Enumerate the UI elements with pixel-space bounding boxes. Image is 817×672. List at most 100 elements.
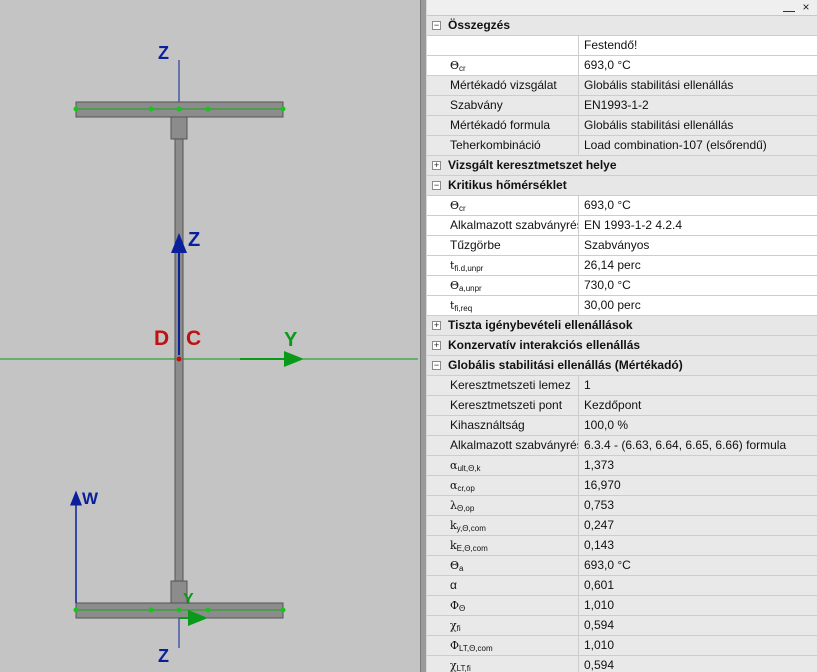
property-row[interactable]: Kihasználtság 100,0 %: [427, 416, 817, 436]
property-row[interactable]: ΦΘ 1,010: [427, 596, 817, 616]
collapse-icon[interactable]: −: [432, 21, 441, 30]
property-name: χLT,fi: [445, 656, 579, 672]
property-name: Szabvány: [445, 96, 579, 115]
property-value: 693,0 °C: [584, 558, 631, 572]
group-title: Vizsgált keresztmetszet helye: [448, 158, 617, 172]
centroid-dot: [176, 356, 182, 362]
property-value: 6.3.4 - (6.63, 6.64, 6.65, 6.66) formula: [584, 438, 787, 452]
z-top-label: Z: [158, 43, 169, 63]
property-name: tfi,req: [445, 296, 579, 315]
property-row[interactable]: Alkalmazott szabványrész 6.3.4 - (6.63, 6…: [427, 436, 817, 456]
node-dot: [148, 106, 154, 112]
property-name: αult,Θ,k: [445, 456, 579, 475]
property-value: 100,0 %: [584, 418, 629, 432]
property-value: EN 1993-1-2 4.2.4: [579, 216, 817, 235]
property-row[interactable]: Θa 693,0 °C: [427, 556, 817, 576]
collapse-icon[interactable]: −: [432, 361, 441, 370]
property-name: ΦΘ: [445, 596, 579, 615]
property-name: tfi.d,unpr: [445, 256, 579, 275]
property-row[interactable]: Mértékadó formula Globális stabilitási el…: [427, 116, 817, 136]
property-row[interactable]: χLT,fi 0,594: [427, 656, 817, 672]
group-title: Tiszta igénybevételi ellenállások: [448, 318, 633, 332]
properties-panel: × − Összegzés Festendő! Θcr 693,0 °C Mértékad…: [427, 0, 817, 672]
property-row[interactable]: ΦLT,Θ,com 1,010: [427, 636, 817, 656]
expand-icon[interactable]: +: [432, 161, 441, 170]
group-title: Globális stabilitási ellenállás (Mértéka…: [448, 358, 683, 372]
property-name: χfi: [445, 616, 579, 635]
collapse-icon[interactable]: −: [432, 181, 441, 190]
property-value: 0,594: [584, 618, 615, 632]
property-row[interactable]: αult,Θ,k 1,373: [427, 456, 817, 476]
panel-splitter[interactable]: [420, 0, 427, 672]
y-main-label: Y: [284, 329, 298, 351]
z-local-label: Z: [188, 229, 200, 251]
property-row[interactable]: ky,Θ,com 0,247: [427, 516, 817, 536]
property-row[interactable]: αcr,op 16,970: [427, 476, 817, 496]
property-name: αcr,op: [445, 476, 579, 495]
property-value: Festendő!: [579, 36, 817, 55]
group-header[interactable]: − Összegzés: [427, 16, 817, 36]
pin-icon[interactable]: [783, 4, 795, 12]
property-row[interactable]: α 0,601: [427, 576, 817, 596]
property-name: kE,Θ,com: [445, 536, 579, 555]
property-value: 730,0 °C: [579, 276, 817, 295]
property-name: ΦLT,Θ,com: [445, 636, 579, 655]
node-dot: [205, 106, 211, 112]
c-label: C: [186, 327, 201, 350]
y-local-label: Y: [183, 591, 194, 608]
property-row[interactable]: Keresztmetszeti lemez 1: [427, 376, 817, 396]
property-value: 16,970: [584, 478, 621, 492]
property-name: [445, 36, 579, 55]
section-drawing-canvas[interactable]: Z Z Z Y Y W D C: [0, 0, 420, 672]
property-row[interactable]: kE,Θ,com 0,143: [427, 536, 817, 556]
property-row[interactable]: Keresztmetszeti pont Kezdőpont: [427, 396, 817, 416]
property-name: Alkalmazott szabványrész: [445, 216, 579, 235]
property-row[interactable]: Alkalmazott szabványrész EN 1993-1-2 4.2.…: [427, 216, 817, 236]
group-header[interactable]: − Kritikus hőmérséklet: [427, 176, 817, 196]
property-value: 1: [584, 378, 591, 392]
property-value: 693,0 °C: [579, 56, 817, 75]
group-title: Kritikus hőmérséklet: [448, 178, 567, 192]
property-row[interactable]: λΘ,op 0,753: [427, 496, 817, 516]
group-header[interactable]: + Vizsgált keresztmetszet helye: [427, 156, 817, 176]
property-row[interactable]: Festendő!: [427, 36, 817, 56]
property-row[interactable]: Θcr 693,0 °C: [427, 56, 817, 76]
expand-icon[interactable]: +: [432, 321, 441, 330]
property-value: 1,010: [584, 598, 615, 612]
node-dot: [148, 607, 154, 613]
property-name: Θa: [445, 556, 579, 575]
property-row[interactable]: Θa,unpr 730,0 °C: [427, 276, 817, 296]
property-value: Szabványos: [579, 236, 817, 255]
property-row[interactable]: Szabvány EN1993-1-2: [427, 96, 817, 116]
group-header[interactable]: + Tiszta igénybevételi ellenállások: [427, 316, 817, 336]
web-top-stiffener: [170, 116, 188, 140]
close-icon[interactable]: ×: [799, 0, 813, 14]
group-title: Konzervatív interakciós ellenállás: [448, 338, 641, 352]
property-row[interactable]: χfi 0,594: [427, 616, 817, 636]
property-row[interactable]: tfi.d,unpr 26,14 perc: [427, 256, 817, 276]
property-row[interactable]: Mértékadó vizsgálat Globális stabilitási …: [427, 76, 817, 96]
property-row[interactable]: Tűzgörbe Szabványos: [427, 236, 817, 256]
property-name: λΘ,op: [445, 496, 579, 515]
property-name: Θcr: [445, 196, 579, 215]
property-value: 26,14 perc: [579, 256, 817, 275]
group-header[interactable]: + Konzervatív interakciós ellenállás: [427, 336, 817, 356]
property-value: 30,00 perc: [579, 296, 817, 315]
property-grid: − Összegzés Festendő! Θcr 693,0 °C Mértékadó …: [427, 16, 817, 672]
property-value: 1,373: [584, 458, 615, 472]
property-row[interactable]: Θcr 693,0 °C: [427, 196, 817, 216]
property-value: EN1993-1-2: [584, 98, 649, 112]
property-value: 0,594: [584, 658, 615, 672]
property-row[interactable]: Teherkombináció Load combination-107 (els…: [427, 136, 817, 156]
group-header[interactable]: − Globális stabilitási ellenállás (Mérték…: [427, 356, 817, 376]
property-value: Globális stabilitási ellenállás: [584, 78, 734, 92]
property-name: Kihasználtság: [445, 416, 579, 435]
property-name: Θa,unpr: [445, 276, 579, 295]
expand-icon[interactable]: +: [432, 341, 441, 350]
property-value: 693,0 °C: [579, 196, 817, 215]
property-value: 1,010: [584, 638, 615, 652]
property-value: Load combination-107 (elsőrendű): [584, 138, 767, 152]
property-row[interactable]: tfi,req 30,00 perc: [427, 296, 817, 316]
node-dot: [176, 106, 182, 112]
property-name: ky,Θ,com: [445, 516, 579, 535]
